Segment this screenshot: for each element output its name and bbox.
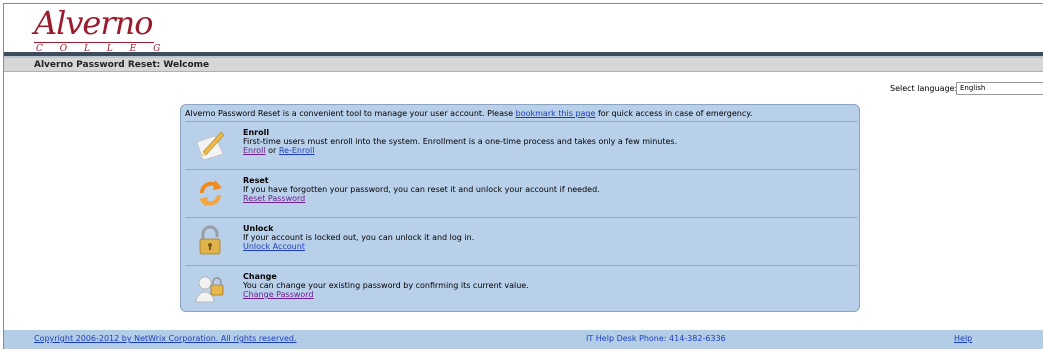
reset-text: Reset If you have forgotten your passwor… <box>243 176 600 203</box>
header: Alverno C O L L E G E <box>4 4 1043 64</box>
copyright-link[interactable]: Copyright 2006-2012 by NetWrix Corporati… <box>34 334 297 343</box>
reset-section: Reset If you have forgotten your passwor… <box>185 169 857 215</box>
change-section: Change You can change your existing pass… <box>185 265 857 311</box>
options-panel: Alverno Password Reset is a convenient t… <box>180 104 860 312</box>
intro-text-start: Alverno Password Reset is a convenient t… <box>185 109 516 118</box>
pencil-paper-icon <box>196 131 225 161</box>
change-text: Change You can change your existing pass… <box>243 272 529 299</box>
refresh-arrows-icon <box>199 180 222 207</box>
bookmark-link[interactable]: bookmark this page <box>516 109 596 118</box>
enroll-link-joiner: or <box>265 146 279 155</box>
padlock-icon <box>199 225 221 255</box>
intro-text-end: for quick access in case of emergency. <box>595 109 753 118</box>
reset-password-link[interactable]: Reset Password <box>243 194 305 203</box>
change-description: You can change your existing password by… <box>243 281 529 290</box>
unlock-text: Unlock If your account is locked out, yo… <box>243 224 474 251</box>
intro-text: Alverno Password Reset is a convenient t… <box>185 109 752 118</box>
reset-title: Reset <box>243 176 269 185</box>
enroll-section: Enroll First-time users must enroll into… <box>185 121 857 167</box>
unlock-section: Unlock If your account is locked out, yo… <box>185 217 857 263</box>
enroll-link[interactable]: Enroll <box>243 146 266 155</box>
help-link[interactable]: Help <box>954 334 972 343</box>
enroll-links: Enroll or Re-Enroll <box>243 146 677 155</box>
unlock-account-link[interactable]: Unlock Account <box>243 242 305 251</box>
logo-rule <box>34 42 154 43</box>
enroll-text: Enroll First-time users must enroll into… <box>243 128 677 155</box>
language-label: Select language: <box>890 84 958 93</box>
change-password-link[interactable]: Change Password <box>243 290 314 299</box>
helpdesk-phone: IT Help Desk Phone: 414-382-6336 <box>586 334 726 343</box>
reset-description: If you have forgotten your password, you… <box>243 185 600 194</box>
page-title: Alverno Password Reset: Welcome <box>34 60 210 70</box>
unlock-description: If your account is locked out, you can u… <box>243 233 475 242</box>
language-select[interactable]: English <box>956 82 1043 95</box>
alverno-logo[interactable]: Alverno C O L L E G E <box>34 4 174 64</box>
logo-wordmark: Alverno <box>34 4 154 42</box>
enroll-title: Enroll <box>243 128 270 137</box>
change-title: Change <box>243 272 277 281</box>
page-title-bar: Alverno Password Reset: Welcome <box>4 58 1043 72</box>
re-enroll-link[interactable]: Re-Enroll <box>279 146 315 155</box>
footer: Copyright 2006-2012 by NetWrix Corporati… <box>4 330 1043 349</box>
user-change-icon <box>195 276 224 303</box>
enroll-description: First-time users must enroll into the sy… <box>243 137 678 146</box>
unlock-title: Unlock <box>243 224 274 233</box>
